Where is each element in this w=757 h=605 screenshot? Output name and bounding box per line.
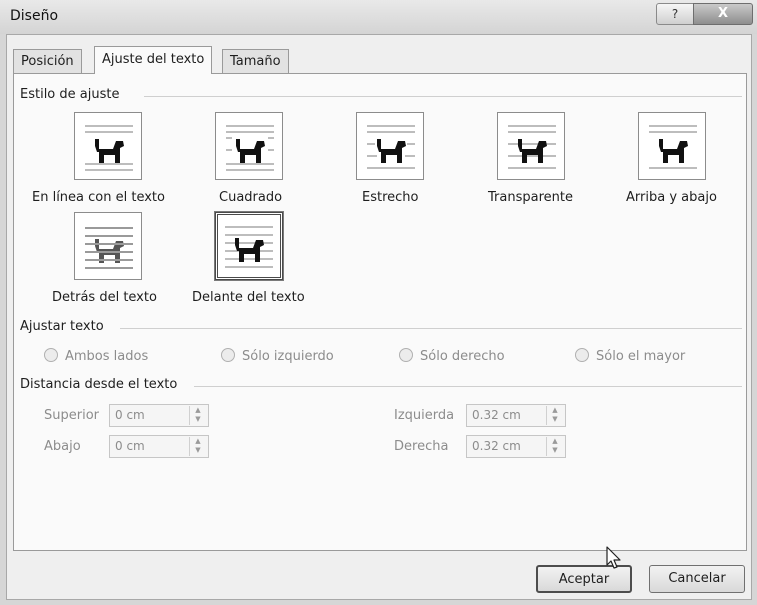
superior-label: Superior xyxy=(44,408,99,423)
spin-arrows-icon[interactable]: ▲ ▼ xyxy=(546,406,563,425)
radio-circle[interactable] xyxy=(44,348,58,362)
wrap-option-label[interactable]: En línea con el texto xyxy=(32,190,165,205)
abajo-spinner[interactable]: 0 cm ▲ ▼ xyxy=(109,435,209,458)
superior-value[interactable]: 0 cm xyxy=(115,408,145,422)
derecha-spinner[interactable]: 0.32 cm ▲ ▼ xyxy=(466,435,566,458)
abajo-label: Abajo xyxy=(44,439,81,454)
tight-wrap-dog-icon[interactable] xyxy=(356,112,424,180)
mouse-cursor-icon xyxy=(606,546,621,569)
radio-circle[interactable] xyxy=(221,348,235,362)
wrap-text-header: Ajustar texto xyxy=(20,319,104,334)
tab-panel: Estilo de ajuste En línea con el texto C… xyxy=(13,73,747,551)
wrap-option-label[interactable]: Cuadrado xyxy=(219,190,282,205)
derecha-value[interactable]: 0.32 cm xyxy=(472,439,521,453)
top-bottom-dog-icon[interactable] xyxy=(638,112,706,180)
inline-dog-icon[interactable] xyxy=(74,112,142,180)
izquierda-value[interactable]: 0.32 cm xyxy=(472,408,521,422)
superior-spinner[interactable]: 0 cm ▲ ▼ xyxy=(109,404,209,427)
izquierda-label: Izquierda xyxy=(394,408,455,423)
tab-tamano[interactable]: Tamaño xyxy=(222,49,289,74)
cancel-button[interactable]: Cancelar xyxy=(649,565,745,593)
derecha-label: Derecha xyxy=(394,439,449,454)
wrap-option-label[interactable]: Delante del texto xyxy=(192,290,305,305)
distance-header: Distancia desde el texto xyxy=(20,377,178,392)
wrap-option-label[interactable]: Estrecho xyxy=(362,190,418,205)
radio-solo-derecho[interactable]: Sólo derecho xyxy=(399,348,505,364)
wrap-option-label[interactable]: Transparente xyxy=(488,190,573,205)
abajo-value[interactable]: 0 cm xyxy=(115,439,145,453)
tab-posicion[interactable]: Posición xyxy=(13,49,82,74)
radio-solo-izquierdo[interactable]: Sólo izquierdo xyxy=(221,348,334,364)
wrap-style-section: Estilo de ajuste xyxy=(20,87,742,102)
radio-label: Sólo izquierdo xyxy=(242,349,334,364)
radio-label: Ambos lados xyxy=(65,349,149,364)
wrap-option-label[interactable]: Detrás del texto xyxy=(52,290,157,305)
spin-arrows-icon[interactable]: ▲ ▼ xyxy=(189,437,206,456)
behind-text-dog-icon[interactable] xyxy=(74,212,142,280)
radio-ambos-lados[interactable]: Ambos lados xyxy=(44,348,148,364)
wrap-style-header: Estilo de ajuste xyxy=(20,87,120,102)
help-button[interactable]: ? xyxy=(656,3,694,25)
radio-label: Sólo el mayor xyxy=(596,349,686,364)
wrap-option-label[interactable]: Arriba y abajo xyxy=(626,190,717,205)
spin-arrows-icon[interactable]: ▲ ▼ xyxy=(189,406,206,425)
izquierda-spinner[interactable]: 0.32 cm ▲ ▼ xyxy=(466,404,566,427)
through-wrap-dog-icon[interactable] xyxy=(497,112,565,180)
square-wrap-dog-icon[interactable] xyxy=(215,112,283,180)
radio-circle[interactable] xyxy=(575,348,589,362)
wrap-text-section: Ajustar texto xyxy=(20,319,742,334)
radio-circle[interactable] xyxy=(399,348,413,362)
in-front-text-dog-icon[interactable] xyxy=(214,211,284,281)
dialog-title: Diseño xyxy=(10,8,59,24)
radio-label: Sólo derecho xyxy=(420,349,505,364)
spin-arrows-icon[interactable]: ▲ ▼ xyxy=(546,437,563,456)
close-button[interactable]: X xyxy=(693,3,753,25)
dialog-body: Posición Ajuste del texto Tamaño Estilo … xyxy=(6,34,752,600)
title-bar: Diseño ? X xyxy=(0,0,757,34)
distance-section: Distancia desde el texto xyxy=(20,377,742,392)
tab-ajuste-del-texto[interactable]: Ajuste del texto xyxy=(94,46,213,74)
radio-solo-el-mayor[interactable]: Sólo el mayor xyxy=(575,348,685,364)
